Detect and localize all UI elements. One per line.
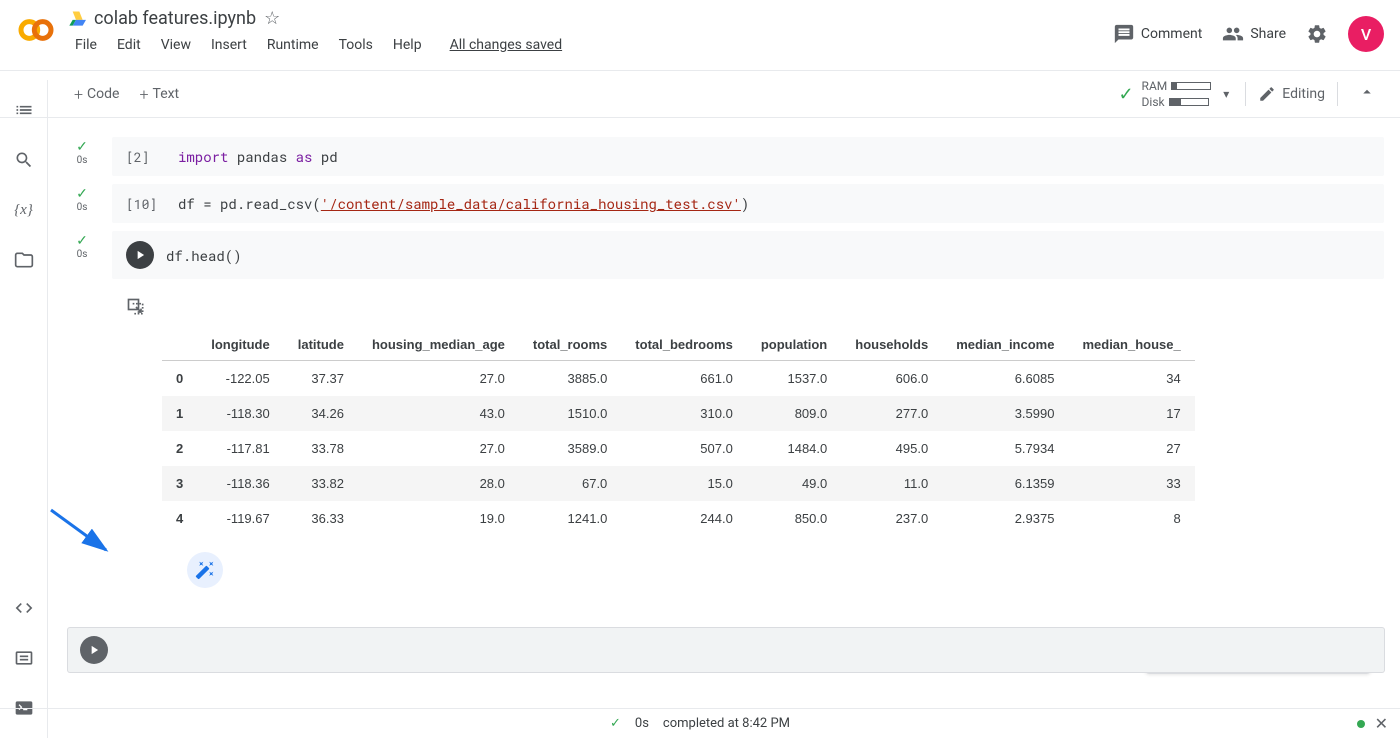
check-icon: ✓ (76, 186, 88, 202)
empty-code-cell[interactable] (68, 628, 1384, 672)
code-content[interactable]: import pandas as pd (178, 147, 338, 166)
table-row: 3-118.3633.8228.067.015.049.011.06.13593… (162, 466, 1195, 501)
menu-insert[interactable]: Insert (202, 33, 256, 57)
check-icon: ✓ (1118, 84, 1133, 105)
folder-icon[interactable] (14, 250, 34, 270)
share-button[interactable]: Share (1222, 23, 1286, 45)
drive-icon (66, 9, 86, 29)
settings-button[interactable] (1306, 23, 1328, 45)
annotation-arrow (48, 505, 126, 565)
avatar[interactable]: V (1348, 16, 1384, 52)
add-code-button[interactable]: +Code (64, 79, 129, 110)
resource-dropdown[interactable]: ▾ (1219, 83, 1233, 105)
table-row: 1-118.3034.2643.01510.0310.0809.0277.03.… (162, 396, 1195, 431)
table-row: 2-117.8133.7827.03589.0507.01484.0495.05… (162, 431, 1195, 466)
code-cell[interactable]: ✓0s df.head() (48, 231, 1400, 279)
table-row: 4-119.6736.3319.01241.0244.0850.0237.02.… (162, 501, 1195, 536)
menu-help[interactable]: Help (384, 33, 431, 57)
star-icon[interactable]: ☆ (264, 8, 280, 29)
dataframe-table: longitudelatitudehousing_median_agetotal… (162, 329, 1195, 536)
comment-label: Comment (1141, 26, 1202, 42)
code-cell[interactable]: ✓0s [10] df = pd.read_csv('/content/samp… (48, 184, 1400, 223)
cell-output: longitudelatitudehousing_median_agetotal… (112, 287, 1384, 598)
code-cell[interactable]: ✓0s [2] import pandas as pd (48, 137, 1400, 176)
command-palette-icon[interactable] (14, 648, 34, 668)
cell-prompt: [2] (126, 148, 166, 166)
code-content[interactable]: df.head() (166, 246, 242, 265)
editing-mode-button[interactable]: Editing (1258, 85, 1325, 103)
comment-button[interactable]: Comment (1113, 23, 1202, 45)
table-row: 0-122.0537.3727.03885.0661.01537.0606.06… (162, 361, 1195, 397)
connection-indicator (1357, 720, 1365, 728)
colab-logo[interactable] (16, 10, 56, 50)
menu-tools[interactable]: Tools (330, 33, 382, 57)
status-bar: ✓ 0s completed at 8:42 PM ✕ (0, 708, 1400, 738)
toc-icon[interactable] (14, 100, 34, 120)
resource-indicator[interactable]: ✓ RAM Disk ▾ (1118, 79, 1233, 109)
status-message: completed at 8:42 PM (663, 716, 790, 731)
menubar: File Edit View Insert Runtime Tools Help… (66, 33, 1113, 57)
status-time: 0s (635, 716, 649, 731)
check-icon: ✓ (76, 139, 88, 155)
check-icon: ✓ (610, 716, 621, 731)
suggest-charts-button[interactable] (187, 552, 223, 588)
check-icon: ✓ (76, 233, 88, 249)
menu-edit[interactable]: Edit (108, 33, 150, 57)
code-content[interactable]: df = pd.read_csv('/content/sample_data/c… (178, 194, 749, 213)
variables-icon[interactable]: {x} (14, 200, 34, 220)
collapse-button[interactable] (1350, 79, 1384, 109)
save-status[interactable]: All changes saved (441, 33, 572, 57)
add-text-button[interactable]: +Text (129, 79, 189, 110)
share-label: Share (1250, 26, 1286, 42)
menu-file[interactable]: File (66, 33, 106, 57)
menu-view[interactable]: View (152, 33, 200, 57)
output-collapse-icon[interactable] (126, 297, 146, 317)
search-icon[interactable] (14, 150, 34, 170)
cell-prompt: [10] (126, 195, 166, 213)
run-button[interactable] (126, 241, 154, 269)
run-button[interactable] (80, 636, 108, 664)
doc-title[interactable]: colab features.ipynb (94, 8, 256, 29)
code-snippets-icon[interactable] (14, 598, 34, 618)
menu-runtime[interactable]: Runtime (258, 33, 328, 57)
close-icon[interactable]: ✕ (1375, 714, 1388, 733)
